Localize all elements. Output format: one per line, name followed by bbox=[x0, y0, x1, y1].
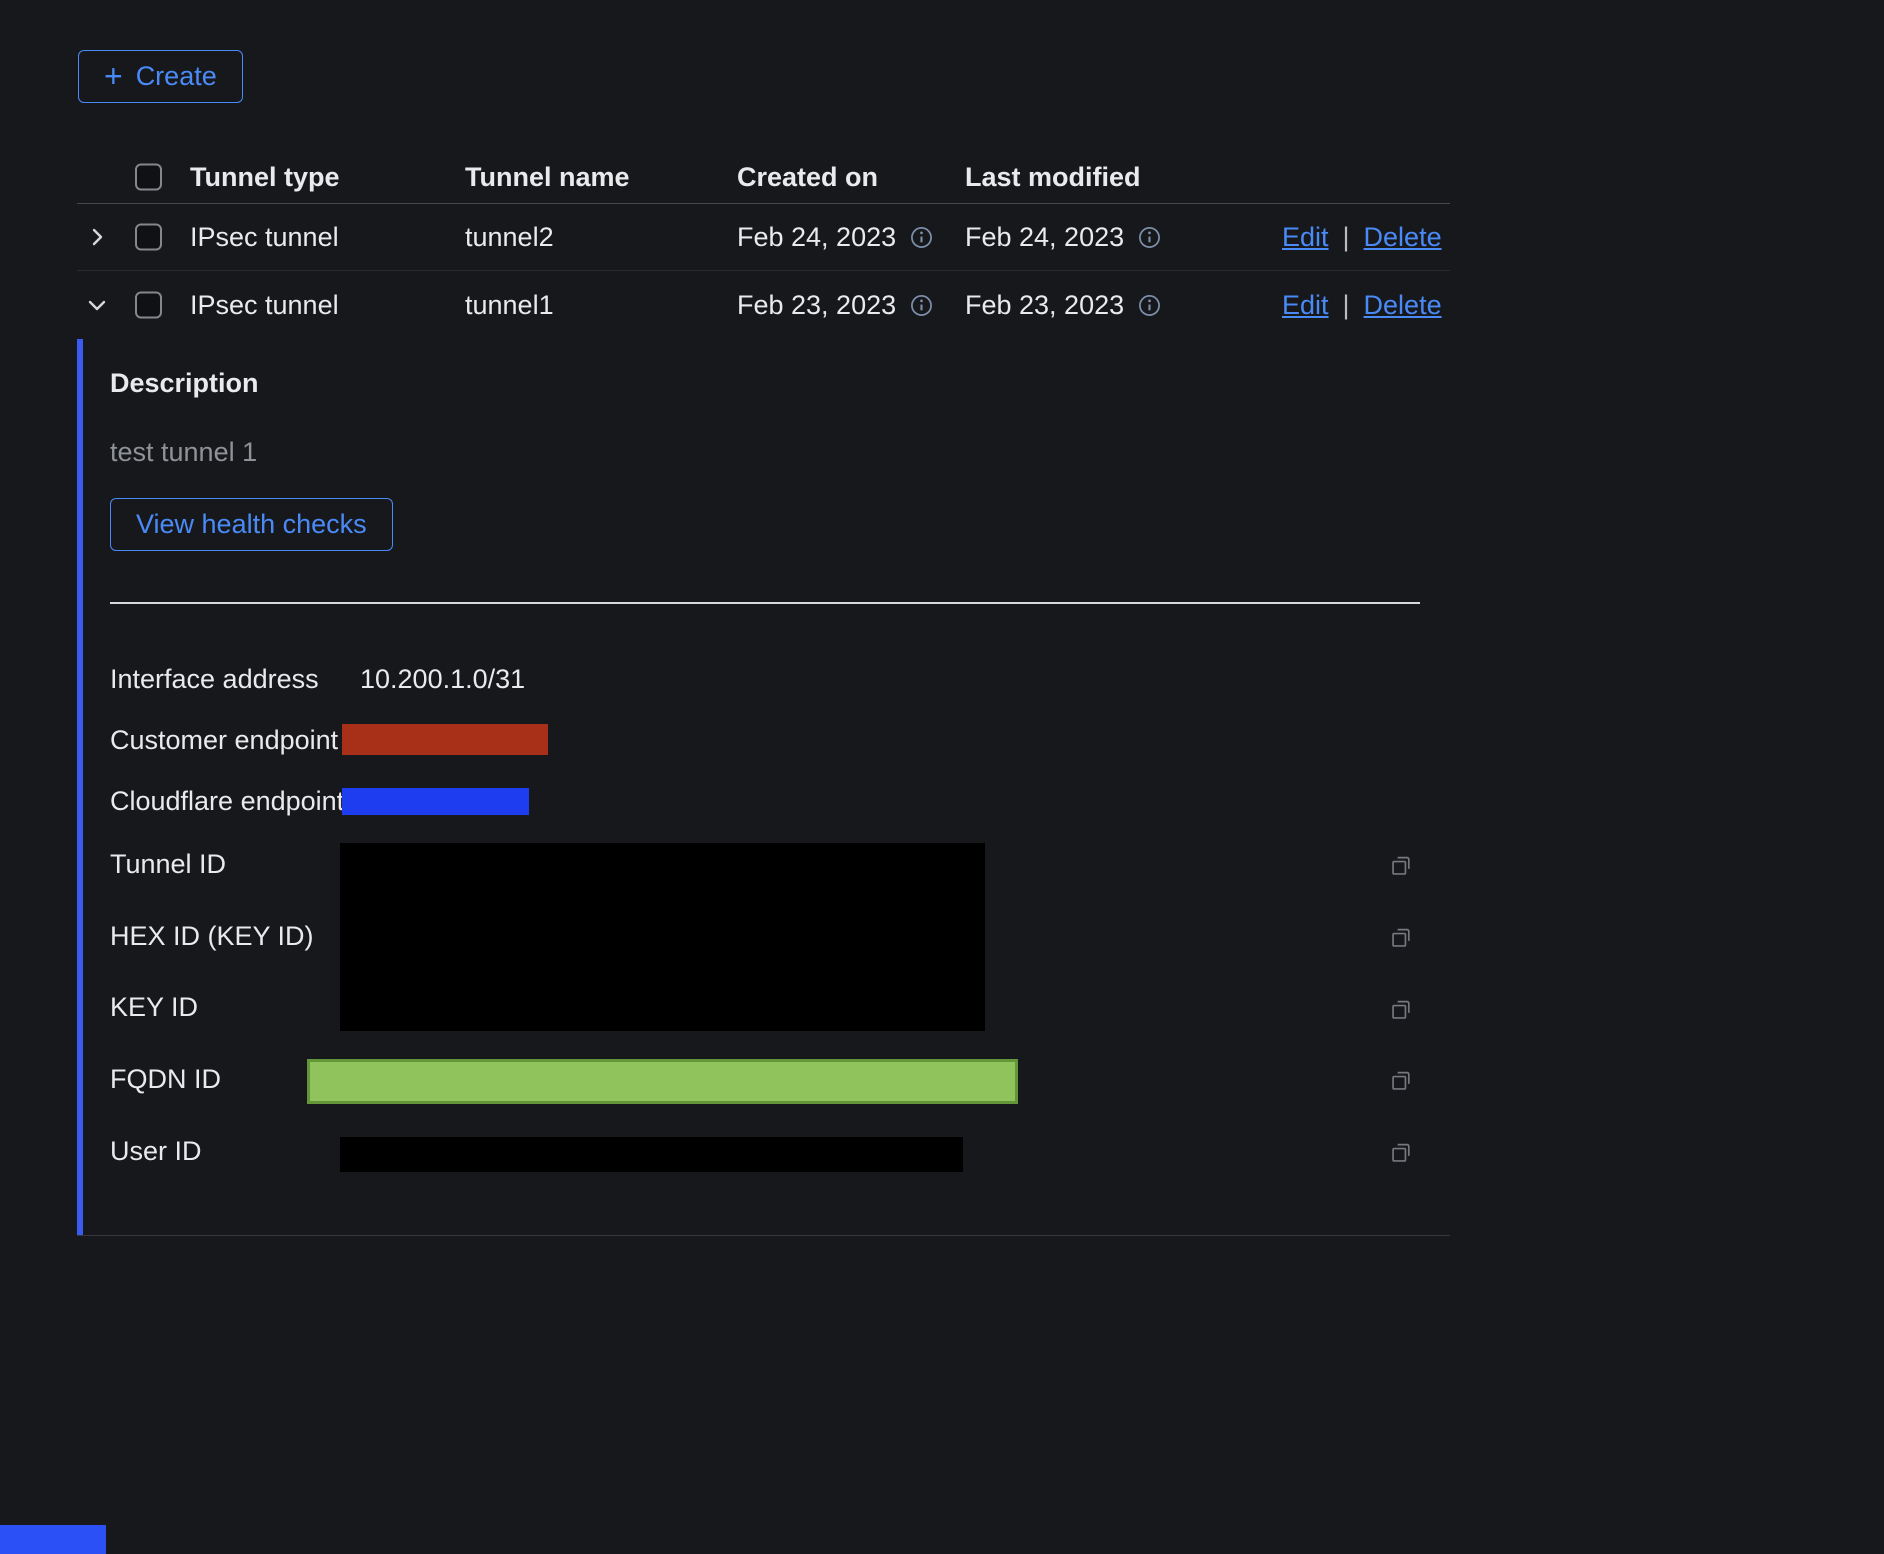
collapse-row-button[interactable] bbox=[85, 293, 109, 317]
tunnel-ids-redaction bbox=[340, 843, 985, 1031]
expand-row-button[interactable] bbox=[85, 225, 109, 249]
key-id-label: KEY ID bbox=[110, 990, 198, 1024]
create-button-label: Create bbox=[136, 61, 217, 92]
tunnel-type-cell: IPsec tunnel bbox=[190, 288, 339, 322]
actions-separator: | bbox=[1343, 288, 1350, 322]
fqdn-id-redaction bbox=[307, 1059, 1018, 1104]
edit-link[interactable]: Edit bbox=[1282, 288, 1329, 322]
created-on-cell: Feb 23, 2023 bbox=[737, 288, 933, 322]
column-header-created-on: Created on bbox=[737, 160, 878, 194]
delete-link[interactable]: Delete bbox=[1364, 288, 1442, 322]
info-icon[interactable] bbox=[910, 226, 933, 249]
tunnel-id-label: Tunnel ID bbox=[110, 847, 226, 881]
copy-icon[interactable] bbox=[1388, 1067, 1415, 1094]
last-modified-cell: Feb 23, 2023 bbox=[965, 288, 1161, 322]
table-header: Tunnel type Tunnel name Created on Last … bbox=[77, 150, 1450, 204]
tunnel-type-cell: IPsec tunnel bbox=[190, 220, 339, 254]
created-on-value: Feb 24, 2023 bbox=[737, 220, 896, 254]
cloudflare-endpoint-label: Cloudflare endpoint bbox=[110, 784, 344, 818]
created-on-value: Feb 23, 2023 bbox=[737, 288, 896, 322]
info-icon[interactable] bbox=[1138, 226, 1161, 249]
view-health-checks-label: View health checks bbox=[136, 509, 367, 540]
tunnel-name-cell: tunnel1 bbox=[465, 288, 554, 322]
description-value: test tunnel 1 bbox=[110, 435, 257, 469]
actions-separator: | bbox=[1343, 220, 1350, 254]
detail-divider bbox=[110, 602, 1420, 604]
copy-icon[interactable] bbox=[1388, 924, 1415, 951]
last-modified-value: Feb 23, 2023 bbox=[965, 288, 1124, 322]
fqdn-id-label: FQDN ID bbox=[110, 1062, 221, 1096]
row-checkbox[interactable] bbox=[135, 224, 162, 251]
last-modified-cell: Feb 24, 2023 bbox=[965, 220, 1161, 254]
edit-link[interactable]: Edit bbox=[1282, 220, 1329, 254]
user-id-label: User ID bbox=[110, 1134, 202, 1168]
created-on-cell: Feb 24, 2023 bbox=[737, 220, 933, 254]
copy-icon[interactable] bbox=[1388, 852, 1415, 879]
user-id-redaction bbox=[340, 1137, 963, 1172]
interface-address-value: 10.200.1.0/31 bbox=[360, 662, 525, 696]
chevron-right-icon bbox=[85, 225, 109, 249]
info-icon[interactable] bbox=[910, 294, 933, 317]
copy-icon[interactable] bbox=[1388, 996, 1415, 1023]
bottom-blue-bar bbox=[0, 1525, 106, 1554]
table-row: IPsec tunnel tunnel2 Feb 24, 2023 Feb 24… bbox=[77, 204, 1450, 271]
chevron-down-icon bbox=[85, 293, 109, 317]
customer-endpoint-label: Customer endpoint bbox=[110, 723, 338, 757]
view-health-checks-button[interactable]: View health checks bbox=[110, 498, 393, 551]
row-actions: Edit | Delete bbox=[1282, 288, 1442, 322]
delete-link[interactable]: Delete bbox=[1364, 220, 1442, 254]
copy-icon[interactable] bbox=[1388, 1139, 1415, 1166]
info-icon[interactable] bbox=[1138, 294, 1161, 317]
tunnel-name-cell: tunnel2 bbox=[465, 220, 554, 254]
table-bottom-border bbox=[77, 1235, 1450, 1236]
row-checkbox[interactable] bbox=[135, 292, 162, 319]
last-modified-value: Feb 24, 2023 bbox=[965, 220, 1124, 254]
expanded-row-indicator bbox=[77, 339, 83, 1235]
hex-id-label: HEX ID (KEY ID) bbox=[110, 919, 314, 953]
create-button[interactable]: + Create bbox=[78, 50, 243, 103]
tunnels-page: + Create Tunnel type Tunnel name Created… bbox=[0, 0, 1884, 1554]
table-row: IPsec tunnel tunnel1 Feb 23, 2023 Feb 23… bbox=[77, 271, 1450, 339]
column-header-tunnel-type: Tunnel type bbox=[190, 160, 340, 194]
customer-endpoint-redaction bbox=[342, 724, 548, 755]
select-all-checkbox[interactable] bbox=[135, 163, 162, 190]
interface-address-label: Interface address bbox=[110, 662, 319, 696]
cloudflare-endpoint-redaction bbox=[342, 788, 529, 815]
column-header-tunnel-name: Tunnel name bbox=[465, 160, 630, 194]
description-label: Description bbox=[110, 366, 259, 400]
plus-icon: + bbox=[104, 60, 123, 92]
row-actions: Edit | Delete bbox=[1282, 220, 1442, 254]
column-header-last-modified: Last modified bbox=[965, 160, 1141, 194]
